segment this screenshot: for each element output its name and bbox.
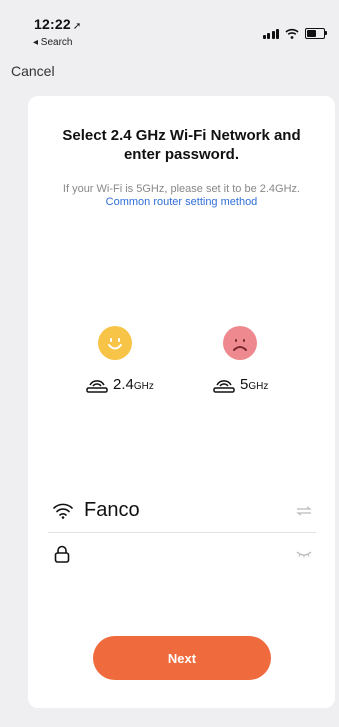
subtitle: If your Wi-Fi is 5GHz, please set it to … — [46, 183, 317, 209]
router-setting-link[interactable]: Common router setting method — [106, 196, 258, 208]
wifi-icon — [53, 503, 73, 519]
status-bar: 12:22 ➚ ◂ Search — [0, 0, 339, 52]
password-input[interactable] — [84, 542, 288, 570]
battery-icon — [305, 28, 327, 39]
wifi-network-field[interactable]: Fanco — [48, 492, 316, 533]
happy-face-icon — [98, 326, 132, 360]
switch-network-icon[interactable] — [296, 506, 312, 516]
time-text: 12:22 — [34, 16, 71, 32]
wifi-status-icon — [285, 28, 299, 39]
cellular-signal-icon — [262, 29, 279, 39]
wifi-setup-card: Select 2.4 GHz Wi-Fi Network and enter p… — [28, 96, 335, 708]
band-2-4ghz: 2.4GHz — [86, 376, 154, 393]
wifi-ssid-value: Fanco — [84, 499, 140, 521]
cancel-button[interactable]: Cancel — [11, 63, 55, 79]
back-to-search-link[interactable]: ◂ Search — [33, 37, 72, 48]
lock-icon — [54, 545, 70, 563]
sad-face-icon — [223, 326, 257, 360]
show-password-eye-icon[interactable] — [296, 550, 312, 558]
location-arrow-icon: ➚ — [72, 21, 82, 32]
band-5-unit: GHz — [248, 381, 269, 392]
band-2-4-unit: GHz — [133, 381, 154, 392]
status-time: 12:22 ➚ — [34, 16, 81, 32]
band-5ghz: 5GHz — [213, 376, 268, 393]
router-icon — [213, 379, 235, 393]
password-field[interactable] — [48, 536, 316, 576]
next-button[interactable]: Next — [93, 636, 271, 680]
band-2-4-value: 2.4 — [113, 376, 134, 393]
status-icons — [262, 28, 327, 39]
subtitle-text: If your Wi-Fi is 5GHz, please set it to … — [62, 183, 301, 195]
router-icon — [86, 379, 108, 393]
page-title: Select 2.4 GHz Wi-Fi Network and enter p… — [62, 127, 301, 163]
